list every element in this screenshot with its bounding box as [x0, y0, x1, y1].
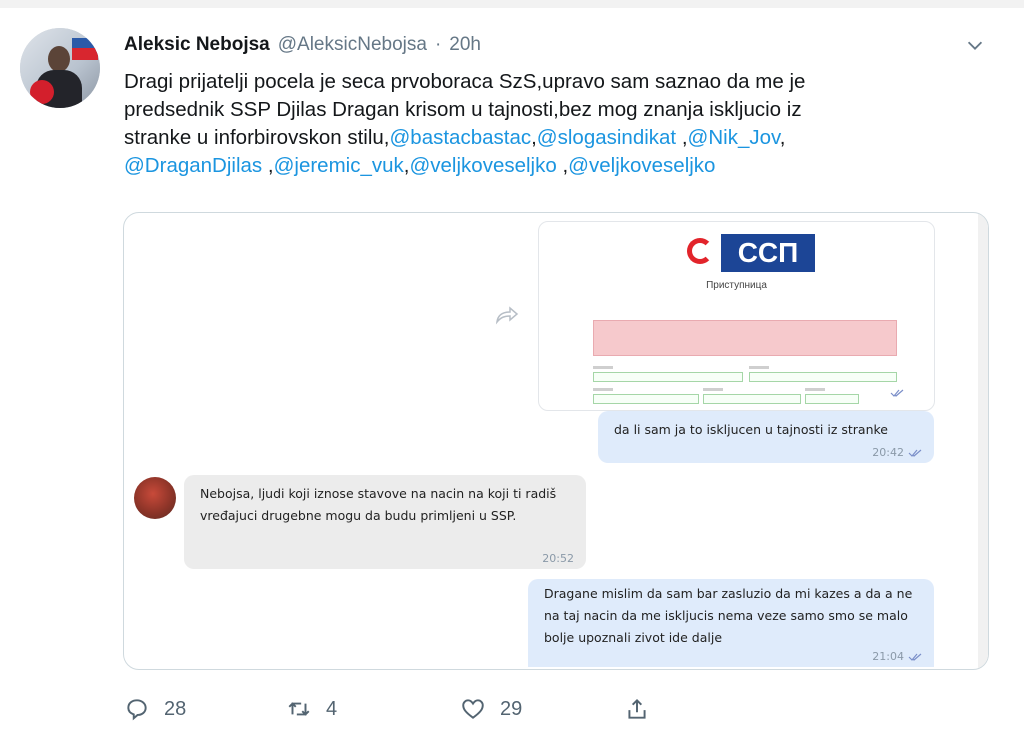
reply-button[interactable]: 28: [124, 696, 186, 722]
forward-arrow-icon: [495, 306, 519, 325]
tweet-actions: 28 4 29: [124, 696, 646, 730]
double-check-icon: [908, 653, 922, 661]
double-check-icon: [908, 449, 922, 457]
like-count: 29: [500, 697, 523, 720]
author-handle[interactable]: @AleksicNebojsa: [278, 34, 427, 56]
separator-dot: ·: [434, 34, 442, 55]
message-time: 21:04: [872, 650, 904, 663]
message-status: [890, 389, 904, 400]
message-meta: 20:52: [542, 553, 574, 565]
reply-icon: [127, 699, 147, 721]
message-meta: 21:04: [872, 651, 922, 663]
tweet-time[interactable]: 20h: [449, 34, 481, 56]
mention-link[interactable]: @veljkoveseljko: [409, 154, 556, 177]
form-title: Приступница: [706, 280, 767, 291]
party-logo-icon: [687, 238, 713, 264]
tweet-text-line: predsednik SSP Djilas Dragan krisom u ta…: [124, 98, 802, 121]
double-check-icon: [890, 389, 904, 397]
divider: [0, 0, 1024, 8]
author-avatar[interactable]: [20, 28, 100, 108]
mention-link[interactable]: @veljkoveseljko: [568, 154, 715, 177]
chat-contact-avatar: [134, 477, 176, 519]
mention-link[interactable]: @jeremic_vuk: [274, 154, 404, 177]
forwarded-form-screenshot: ССП Приступница: [538, 221, 935, 411]
chat-message-incoming: Nebojsa, ljudi koji iznose stavove na na…: [184, 475, 586, 569]
tweet-header: Aleksic Nebojsa @AleksicNebojsa · 20h: [124, 34, 481, 62]
message-text: Dragane mislim da sam bar zasluzio da mi…: [544, 586, 913, 645]
message-text: da li sam ja to iskljucen u tajnosti iz …: [614, 422, 888, 437]
retweet-icon: [288, 702, 310, 716]
message-time: 20:42: [872, 446, 904, 459]
message-time: 20:52: [542, 552, 574, 565]
like-button[interactable]: 29: [460, 696, 522, 722]
tweet-text: Dragi prijatelji pocela je seca prvobora…: [124, 70, 806, 177]
mention-link[interactable]: @DraganDjilas: [124, 154, 262, 177]
author-name[interactable]: Aleksic Nebojsa: [124, 34, 270, 56]
tweet-media-image[interactable]: ССП Приступница da li sam ja to iskljuce…: [123, 212, 989, 670]
message-meta: 20:42: [872, 447, 922, 459]
party-logo: ССП: [721, 234, 815, 272]
share-button[interactable]: [624, 696, 650, 722]
scrollbar: [978, 213, 988, 669]
tweet-text-line: stranke u inforbirovskon stilu,: [124, 126, 390, 149]
mention-link[interactable]: @slogasindikat: [537, 126, 676, 149]
mention-link[interactable]: @Nik_Jov: [688, 126, 780, 149]
tweet-text-line: Dragi prijatelji pocela je seca prvobora…: [124, 70, 806, 93]
chat-message-outgoing: Dragane mislim da sam bar zasluzio da mi…: [528, 579, 934, 667]
reply-count: 28: [164, 697, 187, 720]
mention-link[interactable]: @bastacbastac: [389, 126, 531, 149]
form-alert-box: [593, 320, 897, 356]
retweet-button[interactable]: 4: [286, 696, 337, 722]
retweet-count: 4: [326, 697, 338, 720]
heart-icon: [462, 699, 484, 719]
share-icon: [628, 698, 646, 719]
tweet[interactable]: Aleksic Nebojsa @AleksicNebojsa · 20h Dr…: [0, 0, 1024, 744]
chat-message-outgoing: da li sam ja to iskljucen u tajnosti iz …: [598, 411, 934, 463]
chevron-down-icon[interactable]: [964, 34, 986, 56]
message-text: Nebojsa, ljudi koji iznose stavove na na…: [200, 486, 557, 523]
